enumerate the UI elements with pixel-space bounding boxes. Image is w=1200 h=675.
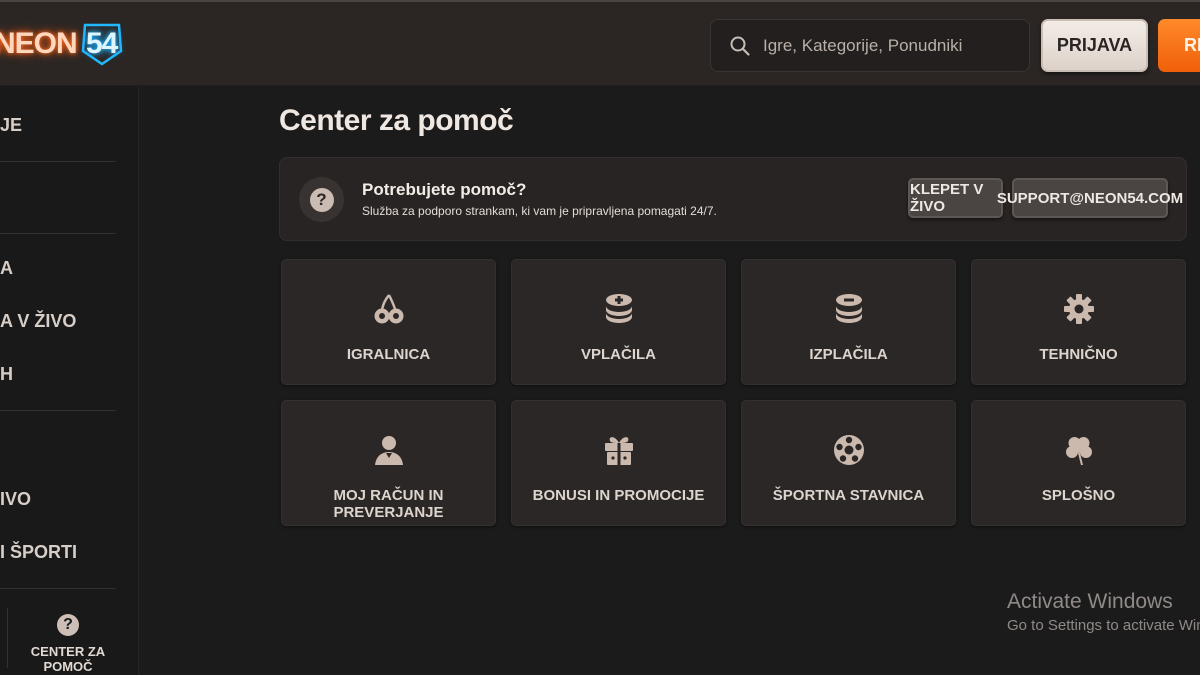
activate-title: Activate Windows xyxy=(1007,590,1173,613)
register-button[interactable]: RE xyxy=(1158,19,1200,72)
help-center-nav[interactable]: ? CENTER ZA POMOČ xyxy=(20,608,116,674)
help-banner: ? Potrebujete pomoč? Služba za podporo s… xyxy=(279,157,1187,241)
activate-subtitle: Go to Settings to activate Windows. xyxy=(1007,617,1200,634)
gear-icon xyxy=(1063,294,1094,324)
category-tile-technical[interactable]: TEHNIČNO xyxy=(971,259,1186,385)
help-text: Služba za podporo strankam, ki vam je pr… xyxy=(362,204,717,218)
logo-text: NEON xyxy=(0,27,78,60)
category-label: IGRALNICA xyxy=(346,346,431,363)
sidebar-item[interactable]: A xyxy=(0,258,13,279)
cherries-icon xyxy=(374,294,403,324)
category-tile-deposits[interactable]: VPLAČILA xyxy=(511,259,726,385)
sidebar-item[interactable]: H xyxy=(0,364,13,385)
live-chat-button[interactable]: KLEPET V ŽIVO xyxy=(908,178,1003,218)
page-title: Center za pomoč xyxy=(279,104,514,137)
sidebar-item[interactable]: I ŠPORTI xyxy=(0,542,77,563)
question-icon: ? xyxy=(57,614,79,636)
clover-icon xyxy=(1065,437,1092,465)
login-button[interactable]: PRIJAVA xyxy=(1041,19,1148,72)
category-tile-bonuses[interactable]: BONUSI IN PROMOCIJE xyxy=(511,400,726,526)
support-email-button[interactable]: SUPPORT@NEON54.COM xyxy=(997,178,1183,218)
search-icon xyxy=(730,36,750,56)
logo-number: 54 xyxy=(86,27,118,60)
soccer-ball-icon xyxy=(833,435,864,465)
sidebar-item[interactable]: JE xyxy=(0,115,22,136)
category-tile-general[interactable]: SPLOŠNO xyxy=(971,400,1186,526)
help-center-label: CENTER ZA POMOČ xyxy=(30,644,106,674)
sidebar-divider xyxy=(0,588,116,589)
question-icon: ? xyxy=(309,187,334,212)
user-icon xyxy=(374,436,403,465)
sidebar-divider xyxy=(0,161,116,162)
category-tile-sportsbook[interactable]: ŠPORTNA STAVNICA xyxy=(741,400,956,526)
help-bubble: ? xyxy=(299,177,344,222)
gift-icon xyxy=(604,437,633,465)
sidebar-item[interactable]: IVO xyxy=(0,489,31,510)
coins-minus-icon xyxy=(835,294,862,323)
search-input[interactable] xyxy=(761,34,1025,57)
category-tile-withdrawals[interactable]: IZPLAČILA xyxy=(741,259,956,385)
category-label: ŠPORTNA STAVNICA xyxy=(772,487,925,504)
category-label: IZPLAČILA xyxy=(809,346,888,363)
sidebar: JE A A V ŽIVO H IVO I ŠPORTI ? CENTER ZA… xyxy=(0,86,139,675)
category-label: SPLOŠNO xyxy=(1041,487,1116,504)
neon54-logo[interactable]: NEON 54 xyxy=(0,20,125,68)
category-label: MOJ RAČUN IN PREVERJANJE xyxy=(333,487,444,521)
sidebar-divider xyxy=(0,410,116,411)
category-label: TEHNIČNO xyxy=(1039,346,1118,363)
coins-plus-icon xyxy=(605,294,632,323)
windows-activation-watermark: Activate Windows Go to Settings to activ… xyxy=(1007,590,1200,634)
sidebar-separator xyxy=(7,608,8,668)
category-label: VPLAČILA xyxy=(581,346,656,363)
category-label: BONUSI IN PROMOCIJE xyxy=(532,487,705,504)
help-heading: Potrebujete pomoč? xyxy=(362,180,527,199)
sidebar-divider xyxy=(0,233,116,234)
category-tile-casino[interactable]: IGRALNICA xyxy=(281,259,496,385)
category-tile-account[interactable]: MOJ RAČUN IN PREVERJANJE xyxy=(281,400,496,526)
top-bar: NEON 54 PRIJAVA RE xyxy=(0,0,1200,86)
sidebar-item[interactable]: A V ŽIVO xyxy=(0,311,76,332)
search-box[interactable] xyxy=(710,19,1030,72)
logo-shield: 54 xyxy=(79,21,125,67)
